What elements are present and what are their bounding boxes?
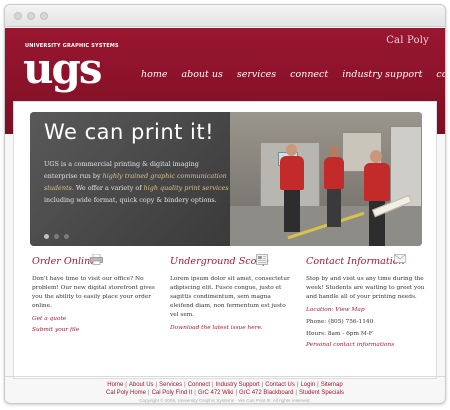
printer-icon: [90, 254, 103, 265]
slideshow-dots: [44, 234, 69, 239]
underground-scoop-section: Underground Scoop Lorem ipsum dolor sit …: [170, 254, 296, 331]
hero-text-area: We can print it! UGS is a commercial pri…: [30, 112, 250, 246]
order-online-text: Don't have time to visit our office? No …: [32, 276, 155, 309]
hero-banner: We can print it! UGS is a commercial pri…: [30, 112, 422, 246]
ugs-logo[interactable]: ugs: [23, 46, 103, 92]
newspaper-icon: [256, 254, 268, 265]
download-issue-link[interactable]: Download the latest issue here.: [170, 325, 296, 331]
footer-link-contact-us[interactable]: Contact Us: [265, 382, 295, 388]
footer-links-row-1: Home | About Us | Services | Connect | Industry …: [107, 382, 343, 388]
footer-link-cal-poly-find-it[interactable]: Cal Poly Find It: [152, 390, 193, 396]
footer-link-grc-wiki[interactable]: GrC 472 Wiki: [198, 390, 234, 396]
window-close-dot[interactable]: [14, 12, 22, 20]
get-quote-link[interactable]: Get a quote: [32, 316, 158, 322]
footer-link-about-us[interactable]: About Us: [129, 382, 154, 388]
footer-link-connect[interactable]: Connect: [188, 382, 210, 388]
submit-file-link[interactable]: Submit your file: [32, 327, 158, 333]
phone-text: Phone: (805) 756-1140: [306, 319, 374, 325]
underground-scoop-text: Lorem ipsum dolor sit amet, consectetur …: [170, 276, 290, 318]
hours-text: Hours: 8am - 6pm M-F: [306, 331, 373, 337]
footer-divider: [5, 376, 445, 377]
window-minimize-dot[interactable]: [27, 12, 35, 20]
underground-scoop-title: Underground Scoop: [170, 256, 269, 267]
location-line: Location: View Map: [306, 307, 365, 313]
personal-contact-link[interactable]: Personal contact informations: [306, 342, 432, 348]
footer-links-row-2: Cal Poly Home | Cal Poly Find It | GrC 472 W…: [105, 390, 345, 396]
browser-window: UNIVERSITY GRAPHIC SYSTEMS ugs Cal Poly …: [4, 4, 446, 404]
footer-link-sitemap[interactable]: Sitemap: [321, 382, 343, 388]
order-online-section: Order Online Don't have time to visit ou…: [32, 254, 158, 333]
contact-info-section: Contact Information Stop by and visit us…: [306, 254, 432, 348]
nav-contact-us[interactable]: contact us: [436, 69, 445, 80]
cal-poly-logo[interactable]: Cal Poly: [386, 35, 429, 46]
site-footer: Home | About Us | Services | Connect | Industry …: [5, 381, 445, 403]
hero-photo: [230, 112, 422, 246]
contact-info-title: Contact Information: [306, 256, 405, 267]
nav-connect[interactable]: connect: [290, 69, 328, 80]
footer-link-services[interactable]: Services: [159, 382, 182, 388]
footer-link-cal-poly-home[interactable]: Cal Poly Home: [106, 390, 146, 396]
hero-description: UGS is a commercial printing & digital i…: [44, 160, 229, 204]
nav-industry-support[interactable]: industry support: [342, 69, 422, 80]
footer-link-grc-blackboard[interactable]: GrC 472 Blackboard: [239, 390, 293, 396]
copyright-text: Copyright © 2009, University Graphic Sys…: [139, 398, 311, 403]
mail-icon: [394, 254, 406, 263]
hero-title: We can print it!: [44, 120, 215, 144]
footer-link-industry-support[interactable]: Industry Support: [216, 382, 260, 388]
nav-home[interactable]: home: [141, 69, 167, 80]
footer-link-home[interactable]: Home: [107, 382, 123, 388]
window-maximize-dot[interactable]: [40, 12, 48, 20]
slide-dot-1[interactable]: [44, 234, 49, 239]
main-nav: home about us services connect industry …: [141, 69, 445, 80]
slide-dot-2[interactable]: [54, 234, 59, 239]
footer-link-student-specials[interactable]: Student Specials: [299, 390, 344, 396]
view-map-link[interactable]: View Map: [335, 307, 364, 313]
slide-dot-3[interactable]: [64, 234, 69, 239]
nav-services[interactable]: services: [237, 69, 276, 80]
footer-link-login[interactable]: Login: [300, 382, 315, 388]
contact-info-text: Stop by and visit us any time during the…: [306, 276, 425, 300]
nav-about-us[interactable]: about us: [181, 69, 222, 80]
window-titlebar: [5, 5, 445, 27]
content-panel: We can print it! UGS is a commercial pri…: [13, 101, 437, 379]
